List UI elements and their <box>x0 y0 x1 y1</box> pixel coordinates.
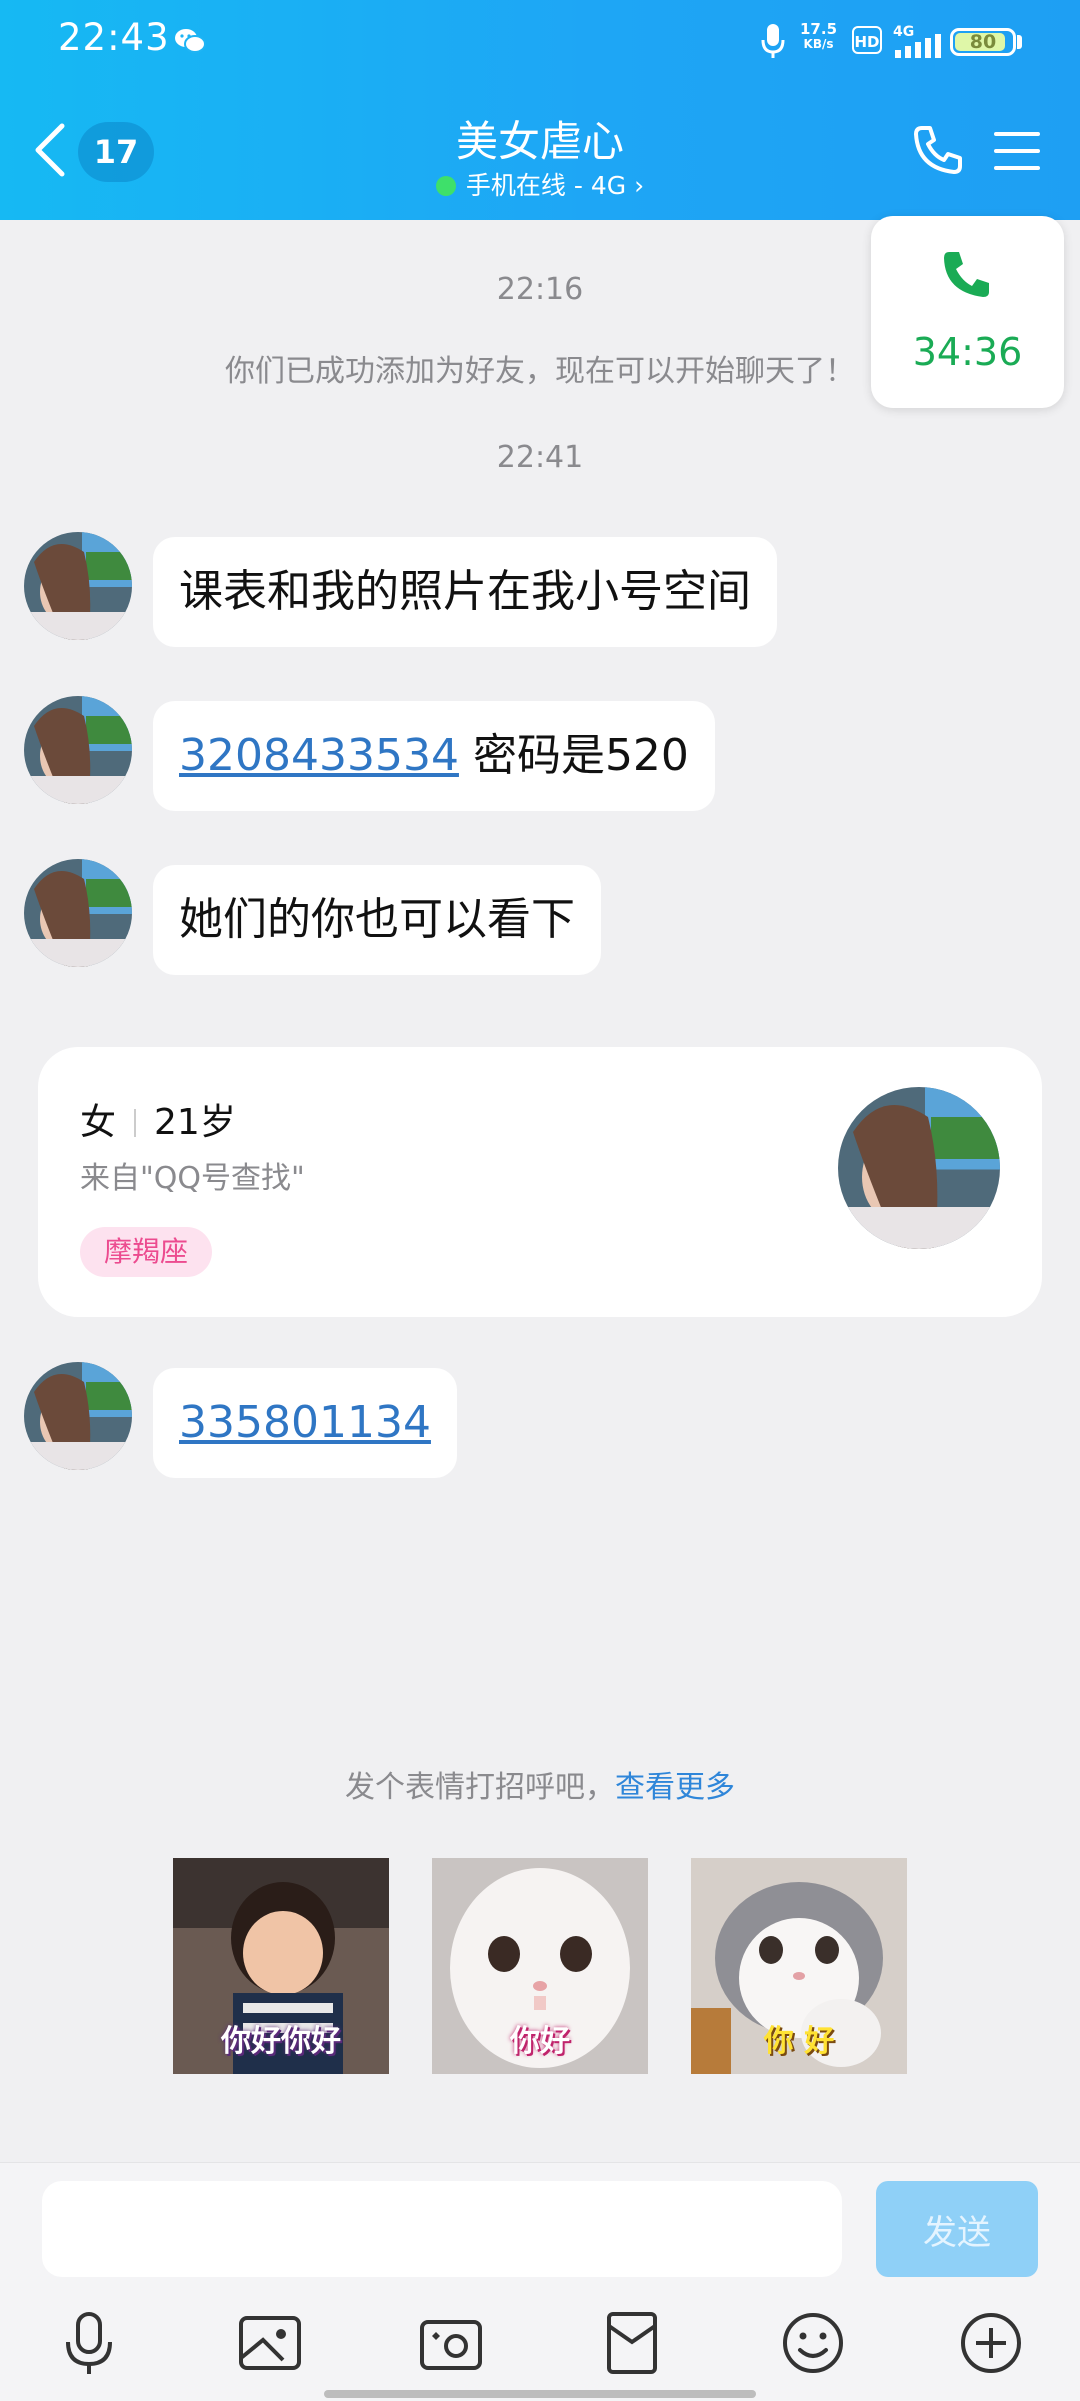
qq-number-link[interactable]: 3208433534 <box>179 730 459 781</box>
message-text: 她们的你也可以看下 <box>179 894 575 945</box>
sticker-caption: 你好 <box>510 2024 570 2059</box>
image-icon[interactable] <box>235 2308 305 2378</box>
profile-card[interactable]: 女 21岁 来自"QQ号查找" 摩羯座 <box>38 1047 1042 1317</box>
message-text: 课表和我的照片在我小号空间 <box>179 566 751 617</box>
hd-voice-badge: HD <box>852 26 882 54</box>
network-speed-unit: KB/s <box>803 37 834 51</box>
contact-avatar[interactable] <box>24 696 132 804</box>
divider <box>134 1109 137 1137</box>
message-bubble[interactable]: 她们的你也可以看下 <box>153 865 601 975</box>
sticker-option[interactable]: 你好 <box>432 1858 648 2074</box>
home-indicator[interactable] <box>324 2390 756 2398</box>
message-timestamp: 22:41 <box>496 440 584 475</box>
chat-header: 22:43 17.5 KB/s HD 4G 80 17 美女虐心 手机在线 - … <box>0 0 1080 220</box>
profile-age: 21岁 <box>154 1102 236 1143</box>
system-notice: 你们已成功添加为好友，现在可以开始聊天了！ <box>225 354 855 389</box>
greeting-tip-text: 发个表情打招呼吧， <box>345 1770 615 1805</box>
network-speed: 17.5 KB/s <box>800 22 837 52</box>
contact-avatar[interactable] <box>24 859 132 967</box>
sticker-caption: 你 好 <box>763 2024 835 2059</box>
message-input-area: 发送 <box>0 2162 1080 2401</box>
avatar-image <box>24 1362 132 1470</box>
status-time: 22:43 <box>58 16 170 59</box>
camera-icon[interactable] <box>416 2308 486 2378</box>
message-text: 密码是520 <box>458 730 689 781</box>
send-button[interactable]: 发送 <box>876 2181 1038 2277</box>
profile-avatar[interactable] <box>838 1087 1000 1249</box>
phone-call-icon[interactable] <box>910 122 966 178</box>
wechat-notification-icon <box>175 29 206 53</box>
sticker-option[interactable]: 你好你好 <box>173 1858 389 2074</box>
see-more-link[interactable]: 查看更多 <box>615 1770 735 1805</box>
message-input[interactable] <box>42 2181 842 2277</box>
avatar-image <box>24 532 132 640</box>
battery-level: 80 <box>969 31 997 53</box>
network-speed-value: 17.5 <box>800 20 838 38</box>
profile-basic-info: 女 21岁 <box>80 1093 236 1145</box>
message-bubble[interactable]: 335801134 <box>153 1368 457 1478</box>
message-bubble[interactable]: 3208433534 密码是520 <box>153 701 715 811</box>
contact-avatar[interactable] <box>24 532 132 640</box>
menu-icon[interactable] <box>994 130 1040 172</box>
avatar-image <box>24 696 132 804</box>
profile-gender: 女 <box>80 1102 117 1143</box>
emoji-icon[interactable] <box>778 2308 848 2378</box>
status-bar: 22:43 17.5 KB/s HD 4G 80 <box>0 0 1080 84</box>
qq-number-link[interactable]: 335801134 <box>179 1397 431 1448</box>
red-packet-icon[interactable] <box>597 2308 667 2378</box>
sticker-option[interactable]: 你 好 <box>691 1858 907 2074</box>
microphone-icon[interactable] <box>54 2308 124 2378</box>
network-type: 4G <box>893 24 914 40</box>
online-status-text: 手机在线 - 4G <box>465 171 627 200</box>
microphone-in-use-icon <box>761 24 785 58</box>
greeting-tip: 发个表情打招呼吧，查看更多 <box>0 1762 1080 1806</box>
battery-icon: 80 <box>950 28 1016 56</box>
plus-icon[interactable] <box>956 2308 1026 2378</box>
chevron-right-icon: › <box>634 171 645 200</box>
avatar-image <box>24 859 132 967</box>
signal-strength-icon: 4G <box>893 24 941 58</box>
battery-tip <box>1017 35 1022 49</box>
profile-source: 来自"QQ号查找" <box>80 1161 305 1196</box>
avatar-image <box>838 1087 1000 1249</box>
message-bubble[interactable]: 课表和我的照片在我小号空间 <box>153 537 777 647</box>
contact-avatar[interactable] <box>24 1362 132 1470</box>
online-dot-icon <box>435 176 456 196</box>
sticker-caption: 你好你好 <box>221 2024 341 2059</box>
message-timestamp: 22:16 <box>496 272 584 307</box>
zodiac-tag: 摩羯座 <box>80 1227 213 1277</box>
